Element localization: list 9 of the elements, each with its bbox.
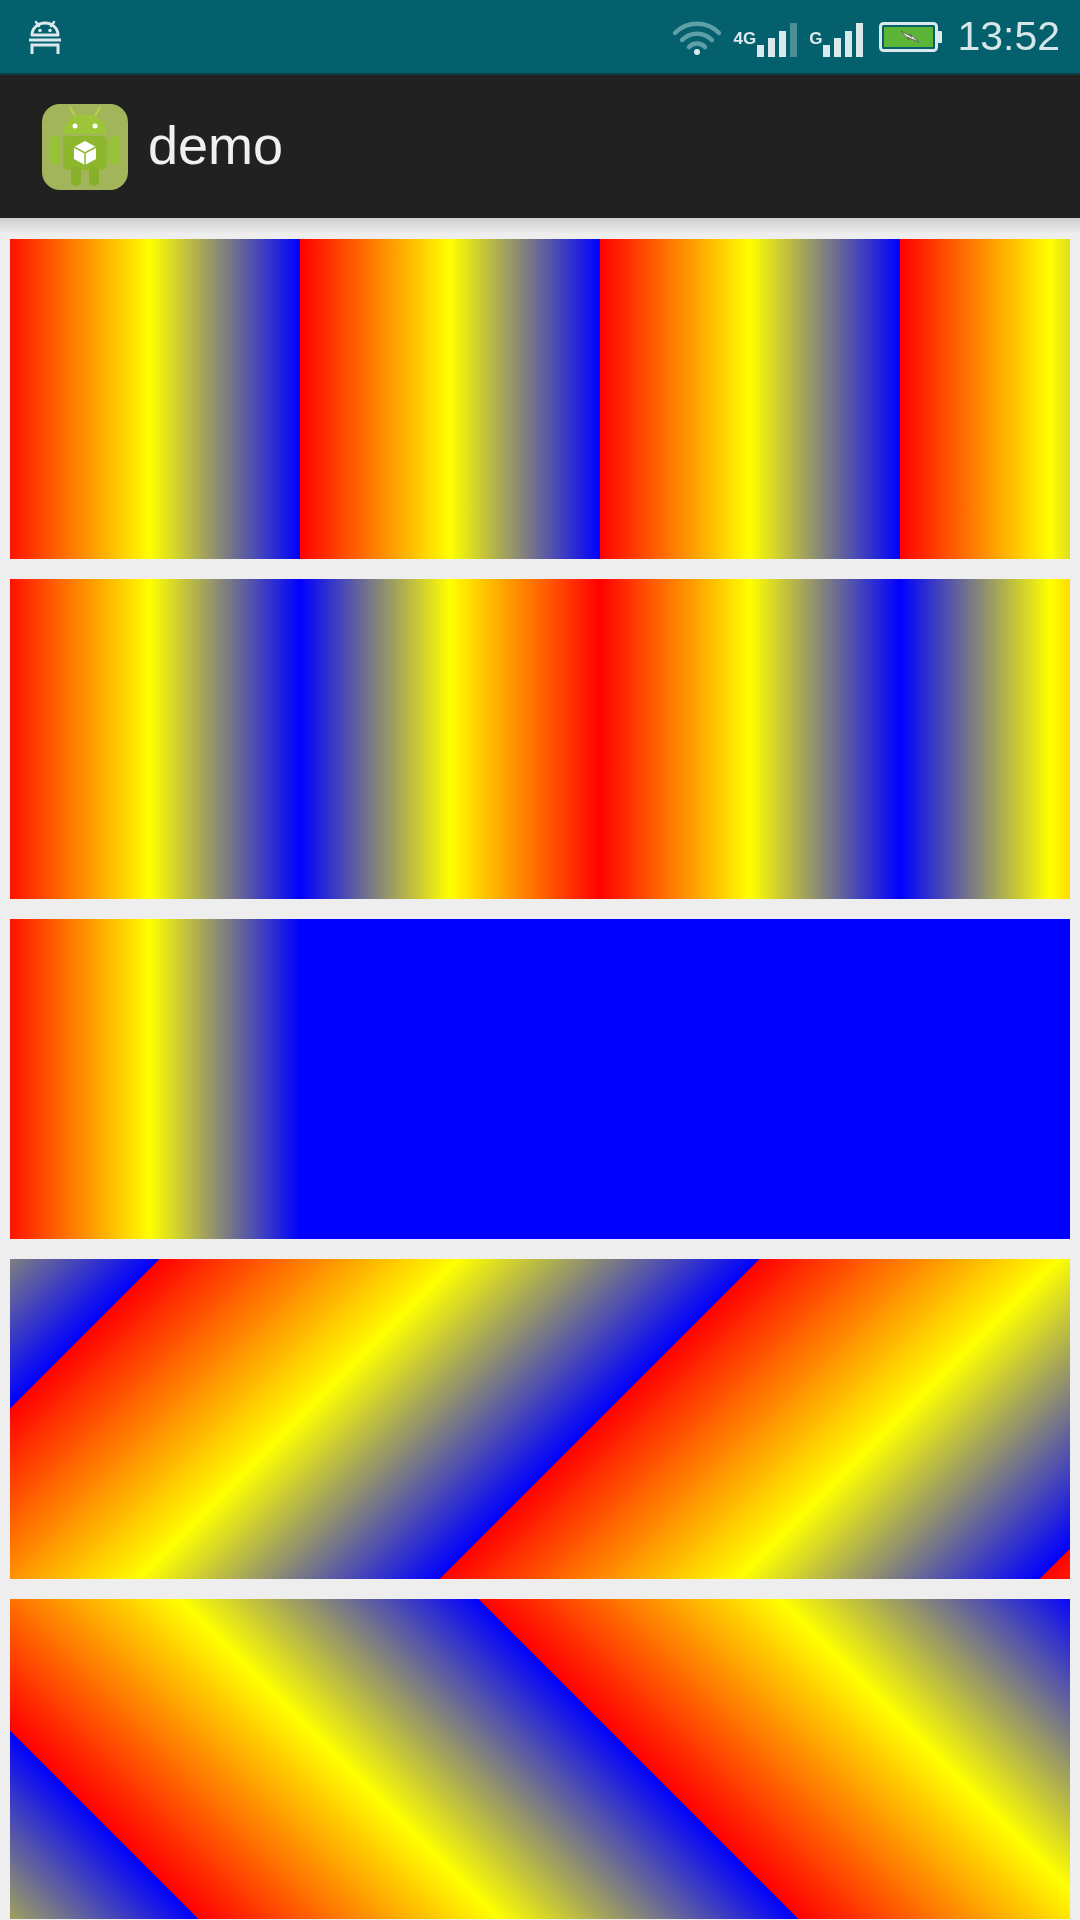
app-title: demo (148, 117, 284, 172)
signal-icon (823, 22, 864, 57)
android-robot-icon (42, 103, 128, 190)
battery-icon (879, 21, 944, 52)
android-robot-icon (27, 18, 63, 55)
network-type-label: 4G (733, 29, 757, 47)
signal-icon (757, 22, 798, 57)
network-type-label: G (809, 29, 823, 47)
clock-time: 13:52 (957, 16, 1060, 57)
